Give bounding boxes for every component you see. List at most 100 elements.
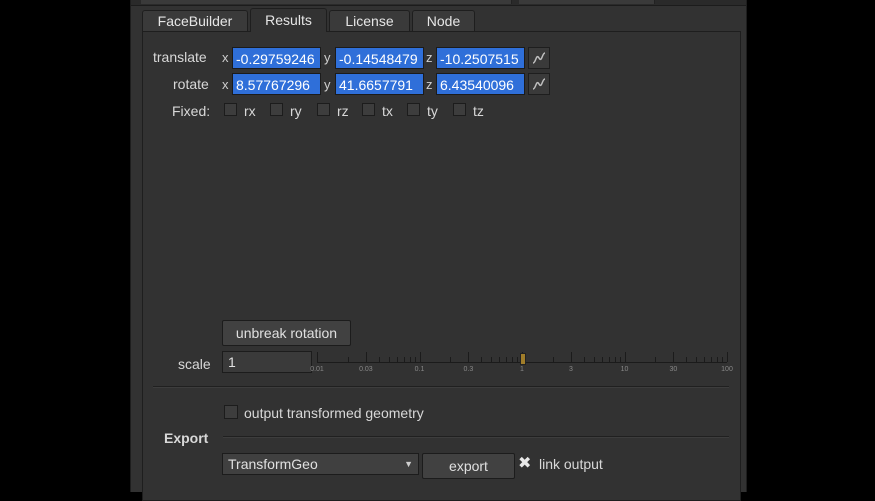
translate-x-label: x	[222, 50, 229, 65]
properties-panel: FaceBuilder Results License Node transla…	[130, 0, 747, 501]
slider-major-tick	[317, 352, 318, 362]
rotate-y-input[interactable]: 41.6657791	[335, 73, 424, 95]
slider-minor-tick	[696, 357, 698, 362]
rotate-label: rotate	[173, 76, 209, 92]
fixed-ry-checkbox[interactable]	[270, 103, 283, 116]
slider-minor-tick	[481, 357, 483, 362]
slider-major-tick	[727, 352, 728, 362]
slider-minor-tick	[450, 357, 452, 362]
tab-results[interactable]: Results	[250, 8, 327, 32]
export-separator	[223, 436, 729, 438]
rotate-z-input[interactable]: 6.43540096	[436, 73, 525, 95]
slider-minor-tick	[655, 357, 657, 362]
export-type-value: TransformGeo	[228, 456, 318, 472]
unbreak-rotation-button[interactable]: unbreak rotation	[222, 320, 351, 346]
slider-major-tick	[673, 352, 675, 362]
slider-tick-label: 100	[721, 366, 733, 373]
top-strip-segment	[141, 0, 512, 4]
translate-z-input[interactable]: -10.2507515	[436, 47, 525, 69]
slider-minor-tick	[491, 357, 493, 362]
slider-minor-tick	[593, 357, 595, 362]
slider-major-tick	[570, 352, 572, 362]
scale-slider[interactable]: 0.01 0.03 0.1 0.3 1 3 10 30 100	[310, 348, 733, 378]
translate-label: translate	[153, 49, 207, 65]
slider-tick-label: 3	[568, 366, 573, 373]
translate-y-label: y	[324, 50, 331, 65]
slider-minor-tick	[717, 357, 719, 362]
fixed-rx-checkbox[interactable]	[224, 103, 237, 116]
slider-minor-tick	[347, 357, 349, 362]
fixed-tx-checkbox[interactable]	[362, 103, 375, 116]
fixed-ry-label: ry	[290, 103, 302, 119]
fixed-rz-checkbox[interactable]	[317, 103, 330, 116]
rotate-animation-button[interactable]	[528, 73, 550, 95]
scale-input[interactable]: 1	[222, 351, 312, 373]
fixed-ty-label: ty	[427, 103, 438, 119]
fixed-tx-label: tx	[382, 103, 393, 119]
slider-minor-tick	[388, 357, 390, 362]
top-strip-segment	[519, 0, 655, 4]
slider-minor-tick	[396, 357, 398, 362]
slider-minor-tick	[722, 357, 724, 362]
curve-icon	[532, 52, 546, 64]
slider-major-tick	[419, 352, 421, 362]
slider-minor-tick	[506, 357, 508, 362]
slider-minor-tick	[601, 357, 603, 362]
link-output-label: link output	[539, 456, 603, 472]
slider-minor-tick	[403, 357, 405, 362]
fixed-tz-checkbox[interactable]	[453, 103, 466, 116]
slider-tick-label: 0.3	[463, 366, 474, 373]
rotate-x-input[interactable]: 8.57767296	[232, 73, 321, 95]
slider-tick-label: 30	[669, 366, 678, 373]
rotate-x-label: x	[222, 77, 229, 92]
slider-tick-label: 1	[520, 366, 524, 373]
translate-animation-button[interactable]	[528, 47, 550, 69]
slider-minor-tick	[552, 357, 554, 362]
slider-minor-tick	[686, 357, 688, 362]
export-type-select[interactable]: TransformGeo ▼	[222, 453, 419, 475]
link-output-checkbox[interactable]: ✖	[518, 453, 531, 473]
slider-minor-tick	[711, 357, 713, 362]
slider-minor-tick	[619, 357, 621, 362]
slider-minor-tick	[414, 357, 416, 362]
slider-minor-tick	[614, 357, 616, 362]
translate-x-input[interactable]: -0.29759246	[232, 47, 321, 69]
fixed-rz-label: rz	[337, 103, 349, 119]
slider-tick-label: 0.03	[359, 366, 373, 373]
translate-y-input[interactable]: -0.14548479	[335, 47, 424, 69]
dropdown-caret-icon: ▼	[404, 459, 413, 469]
slider-minor-tick	[378, 357, 380, 362]
curve-icon	[532, 78, 546, 90]
checkmark-icon: ✖	[518, 455, 532, 472]
slider-minor-tick	[512, 357, 514, 362]
slider-major-tick	[624, 352, 626, 362]
slider-minor-tick	[583, 357, 585, 362]
fixed-ty-checkbox[interactable]	[407, 103, 420, 116]
top-strip	[131, 0, 746, 6]
fixed-tz-label: tz	[473, 103, 484, 119]
slider-minor-tick	[517, 357, 519, 362]
slider-handle[interactable]	[520, 353, 526, 365]
separator	[153, 386, 729, 388]
slider-major-tick	[365, 352, 367, 362]
slider-tick-label: 0.1	[414, 366, 425, 373]
export-button[interactable]: export	[422, 453, 515, 479]
output-transformed-geometry-label: output transformed geometry	[244, 405, 424, 421]
output-transformed-geometry-checkbox[interactable]	[224, 405, 238, 419]
slider-tick-label: 10	[620, 366, 629, 373]
export-section-label: Export	[164, 430, 209, 446]
slider-major-tick	[468, 352, 470, 362]
tab-license[interactable]: License	[329, 10, 410, 31]
tab-facebuilder[interactable]: FaceBuilder	[142, 10, 248, 31]
slider-tick-label: 0.01	[310, 366, 324, 373]
fixed-label: Fixed:	[172, 103, 211, 119]
slider-minor-tick	[499, 357, 501, 362]
scale-label: scale	[178, 356, 211, 372]
slider-minor-tick	[608, 357, 610, 362]
fixed-rx-label: rx	[244, 103, 256, 119]
tab-node[interactable]: Node	[412, 10, 475, 31]
results-tab-content: translate x -0.29759246 y -0.14548479 z …	[142, 31, 741, 501]
translate-z-label: z	[426, 50, 433, 65]
slider-minor-tick	[704, 357, 706, 362]
rotate-y-label: y	[324, 77, 331, 92]
